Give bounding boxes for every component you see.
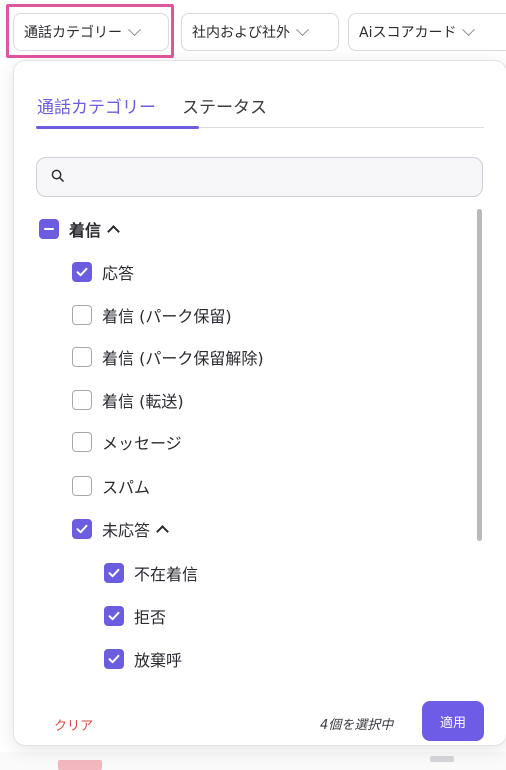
check-icon xyxy=(108,654,120,664)
search-icon xyxy=(51,169,64,182)
list-item-label: 着信 (転送) xyxy=(102,392,184,411)
list-item-unanswered[interactable]: 未応答 xyxy=(72,516,169,542)
checkbox-checked[interactable] xyxy=(104,563,124,583)
category-filter-popover: 通話カテゴリー ステータス 着信 応答 着信 (パーク保留) 着信 (パーク保留… xyxy=(13,60,506,746)
background-value xyxy=(430,756,454,762)
list-item-label: 放棄呼 xyxy=(134,651,183,670)
scrollbar[interactable] xyxy=(477,209,482,541)
checkbox-indeterminate[interactable] xyxy=(39,219,59,239)
filter-chip-ai-scorecard[interactable]: Aiスコアカード xyxy=(348,13,506,51)
tab-status[interactable]: ステータス xyxy=(182,89,267,128)
list-item-answered[interactable]: 応答 xyxy=(72,259,134,285)
clear-button[interactable]: クリア xyxy=(54,715,93,734)
filter-chip-label: Aiスコアカード xyxy=(359,25,457,41)
list-item-incoming[interactable]: 着信 xyxy=(39,216,120,242)
checkbox-checked[interactable] xyxy=(104,649,124,669)
chevron-down-icon xyxy=(462,22,476,36)
list-item-label: 応答 xyxy=(102,264,135,283)
list-item-label: 着信 xyxy=(69,221,102,240)
checkbox-checked[interactable] xyxy=(72,519,92,539)
check-icon xyxy=(76,524,88,534)
search-input[interactable] xyxy=(75,166,469,190)
list-item-missed[interactable]: 不在着信 xyxy=(104,560,198,586)
list-item-incoming-park[interactable]: 着信 (パーク保留) xyxy=(72,302,232,328)
list-item-label: メッセージ xyxy=(102,434,182,453)
chevron-down-icon xyxy=(296,22,309,36)
chevron-up-icon[interactable] xyxy=(156,525,169,538)
list-item-label: 着信 (パーク保留) xyxy=(102,307,232,326)
list-item-label: 着信 (パーク保留解除) xyxy=(102,349,264,368)
checkbox-unchecked[interactable] xyxy=(72,305,92,325)
list-item-label: スパム xyxy=(102,478,151,497)
search-box xyxy=(36,157,483,197)
list-item-spam[interactable]: スパム xyxy=(72,473,150,499)
list-item-message[interactable]: メッセージ xyxy=(72,429,182,455)
checkbox-unchecked[interactable] xyxy=(72,347,92,367)
checkbox-unchecked[interactable] xyxy=(72,390,92,410)
apply-button[interactable]: 適用 xyxy=(422,701,484,741)
background-thumbnail xyxy=(58,760,102,770)
checkbox-unchecked[interactable] xyxy=(72,432,92,452)
check-icon xyxy=(108,611,120,621)
check-icon xyxy=(76,267,88,277)
checkbox-unchecked[interactable] xyxy=(72,476,92,496)
list-item-label: 拒否 xyxy=(134,608,167,627)
tab-call-category[interactable]: 通話カテゴリー xyxy=(37,89,156,128)
list-item-abandoned[interactable]: 放棄呼 xyxy=(104,646,182,672)
filter-chip-internal-external[interactable]: 社内および社外 xyxy=(181,13,339,51)
check-icon xyxy=(108,568,120,578)
list-item-label: 不在着信 xyxy=(134,565,199,584)
list-item-incoming-transfer[interactable]: 着信 (転送) xyxy=(72,387,184,413)
selected-count: 4個を選択中 xyxy=(320,718,394,733)
checkbox-checked[interactable] xyxy=(72,262,92,282)
list-item-rejected[interactable]: 拒否 xyxy=(104,603,166,629)
active-tab-indicator xyxy=(36,126,199,129)
chevron-up-icon[interactable] xyxy=(107,225,120,238)
list-item-label: 未応答 xyxy=(102,521,151,540)
checkbox-checked[interactable] xyxy=(104,606,124,626)
list-item-incoming-unpark[interactable]: 着信 (パーク保留解除) xyxy=(72,344,264,370)
popover-tabs: 通話カテゴリー ステータス xyxy=(37,89,267,128)
filter-chip-label: 社内および社外 xyxy=(192,25,290,41)
active-filter-highlight xyxy=(6,4,174,58)
